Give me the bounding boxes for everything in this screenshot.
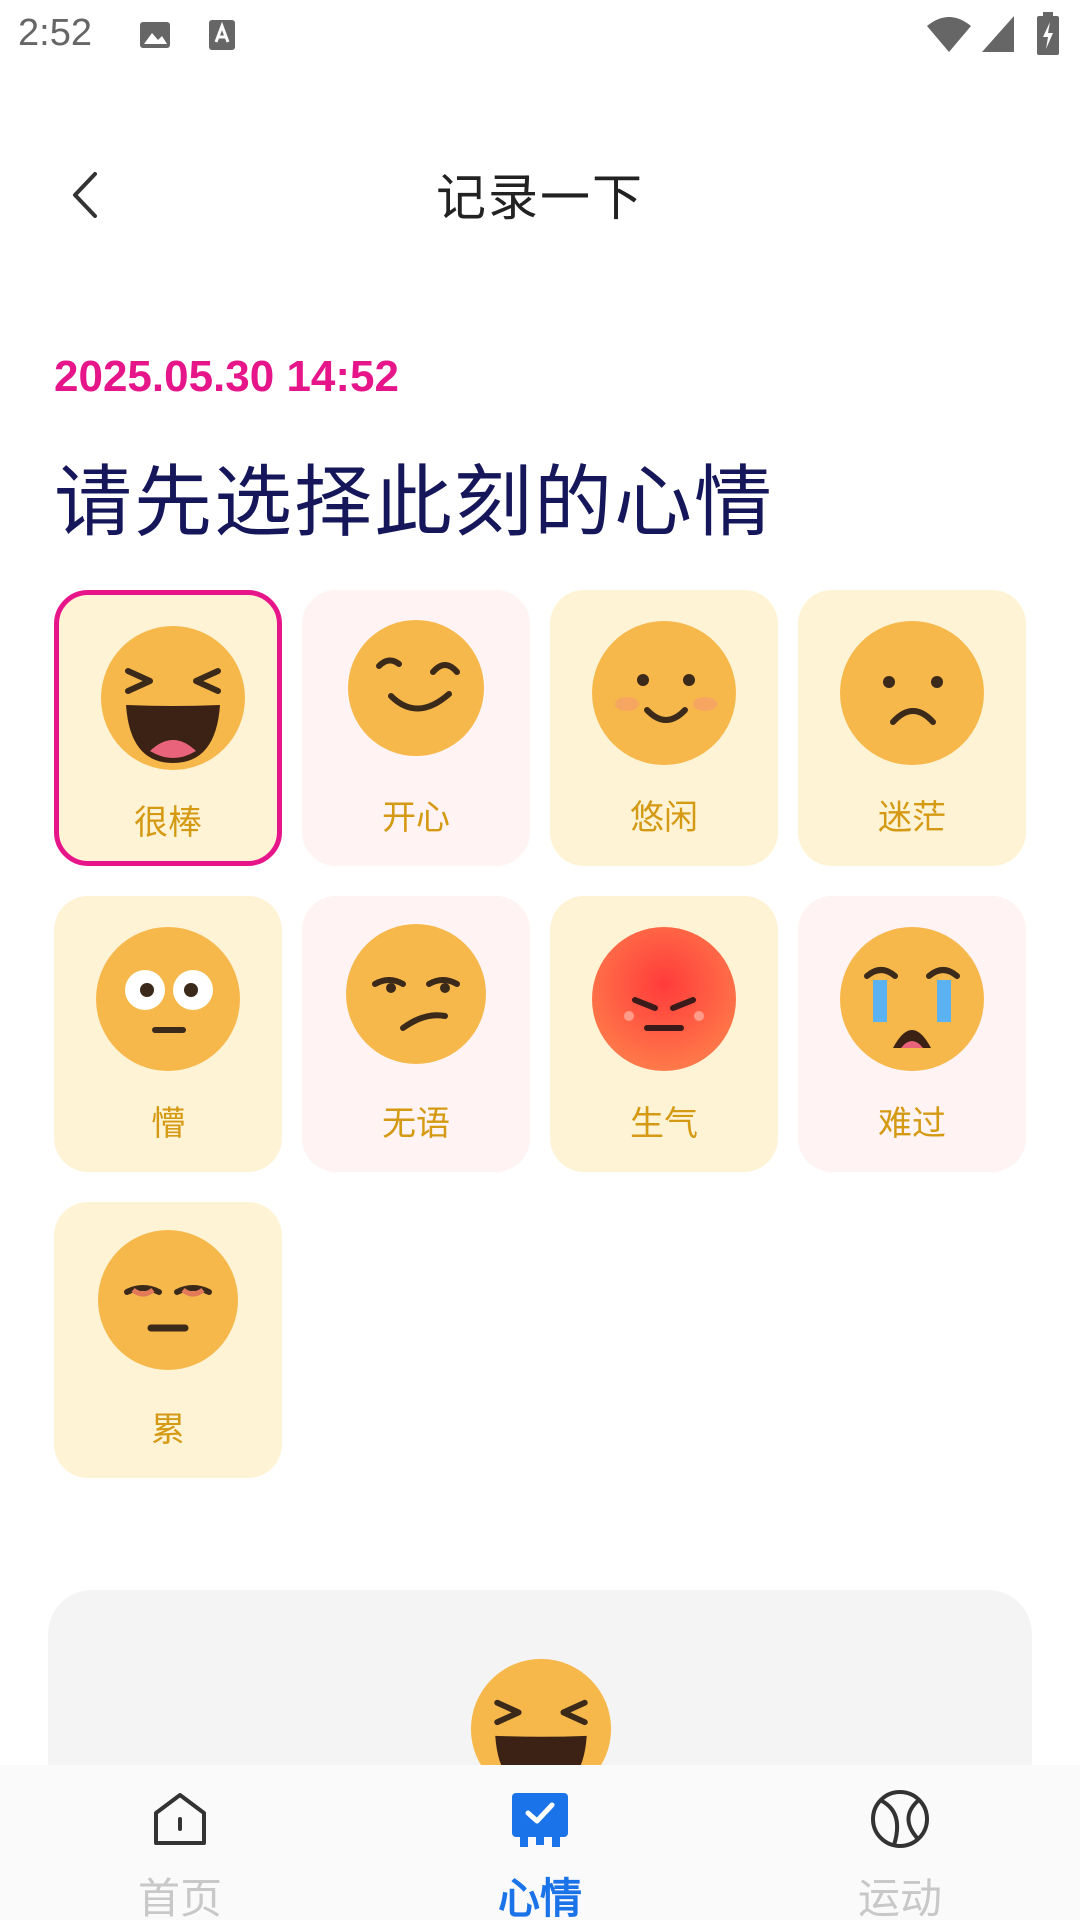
wifi-icon	[927, 17, 971, 52]
app-header: 记录一下	[0, 120, 1080, 260]
battery-charging-icon	[1037, 12, 1059, 55]
tired-face-icon	[98, 1230, 238, 1370]
mood-card-dazed[interactable]: 懵	[54, 896, 282, 1172]
laughing-face-icon	[101, 626, 245, 770]
mood-label: 迷茫	[878, 798, 946, 838]
mood-card-speechless[interactable]: 无语	[302, 896, 530, 1172]
mood-label: 难过	[878, 1104, 946, 1144]
bottom-nav: 首页 心情 运动	[0, 1765, 1080, 1920]
wide-eyes-face-icon	[96, 927, 240, 1071]
nav-item-sports[interactable]: 运动	[720, 1765, 1080, 1920]
wink-face-icon	[348, 620, 484, 756]
ball-icon	[871, 1790, 929, 1848]
crying-face-icon	[840, 927, 984, 1071]
mood-prompt: 请先选择此刻的心情	[54, 458, 775, 548]
page-title: 记录一下	[436, 169, 644, 227]
mood-card-sad[interactable]: 难过	[798, 896, 1026, 1172]
mood-card-great[interactable]: 很棒	[54, 590, 282, 866]
unamused-face-icon	[346, 924, 486, 1064]
nav-label: 心情	[497, 1874, 582, 1920]
status-bar: 2:52	[0, 0, 1080, 76]
mood-label: 悠闲	[630, 798, 698, 838]
gallery-icon	[140, 22, 170, 48]
smile-face-icon	[592, 621, 736, 765]
mood-label: 懵	[151, 1104, 185, 1144]
mood-card-angry[interactable]: 生气	[550, 896, 778, 1172]
signal-icon	[982, 16, 1014, 52]
entry-datetime: 2025.05.30 14:52	[54, 352, 399, 401]
nav-item-home[interactable]: 首页	[0, 1765, 360, 1920]
mood-label: 累	[151, 1410, 185, 1450]
mood-label: 开心	[382, 798, 450, 838]
mood-label: 无语	[382, 1104, 450, 1144]
nav-label: 运动	[857, 1874, 942, 1920]
font-a-icon	[209, 20, 235, 50]
mood-card-relaxed[interactable]: 悠闲	[550, 590, 778, 866]
nav-label: 首页	[137, 1874, 222, 1920]
mood-calendar-icon	[512, 1793, 568, 1847]
home-icon	[154, 1793, 206, 1845]
status-time: 2:52	[18, 12, 92, 54]
mood-card-happy[interactable]: 开心	[302, 590, 530, 866]
mood-card-confused[interactable]: 迷茫	[798, 590, 1026, 866]
angry-face-icon	[592, 927, 736, 1071]
nav-item-mood[interactable]: 心情	[360, 1765, 720, 1920]
mood-label: 很棒	[134, 803, 202, 843]
mood-grid: 很棒 开心 悠闲 迷茫 懵 无语 生气 难过 累	[54, 590, 1026, 1490]
mood-label: 生气	[630, 1104, 698, 1144]
mood-record-page: 2:52 记录一下 2025.05.30 14:52 请先选择此刻的心情 很棒 …	[0, 0, 1080, 1920]
frown-face-icon	[840, 621, 984, 765]
mood-card-tired[interactable]: 累	[54, 1202, 282, 1478]
